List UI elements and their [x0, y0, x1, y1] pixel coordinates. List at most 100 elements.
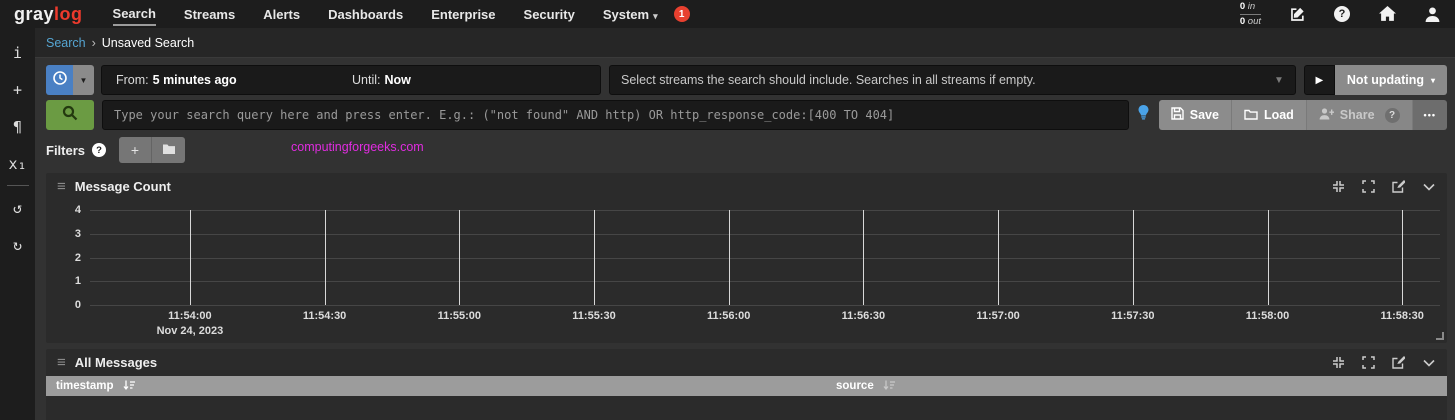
breadcrumb-separator: ›: [91, 35, 96, 50]
edit-compose-icon[interactable]: [1288, 5, 1306, 23]
search-submit-button[interactable]: [46, 100, 94, 130]
timerange-display[interactable]: From: 5 minutes ago Until: Now: [101, 65, 601, 95]
nav-item-security[interactable]: Security: [524, 3, 575, 25]
drag-handle-icon[interactable]: ≡: [57, 354, 66, 371]
chevron-down-icon[interactable]: [1421, 179, 1436, 194]
resize-handle[interactable]: [1436, 332, 1444, 340]
help-icon[interactable]: ?: [1333, 5, 1351, 23]
chart-gridline-v: [459, 210, 461, 305]
formatting-icon[interactable]: ¶: [0, 108, 35, 145]
chart-xtick-label: 11:58:30: [1380, 310, 1424, 322]
throughput-indicator[interactable]: 0 in 0 out: [1239, 1, 1261, 27]
add-filter-button[interactable]: +: [119, 137, 153, 163]
more-actions-button[interactable]: •••: [1412, 100, 1447, 130]
chart-gridline-v: [998, 210, 1000, 305]
all-messages-actions: [1331, 355, 1436, 370]
breadcrumb: Search › Unsaved Search: [35, 28, 1455, 58]
ellipsis-icon: •••: [1423, 110, 1436, 120]
column-header-timestamp[interactable]: timestamp: [46, 379, 836, 394]
chart-xtick-label: 11:55:30: [572, 310, 616, 322]
refresh-interval-button[interactable]: Not updating ▾: [1334, 65, 1447, 95]
timerange-row: ▼ From: 5 minutes ago Until: Now Select st…: [46, 65, 1447, 95]
nav-item-system[interactable]: System ▾: [603, 3, 658, 25]
chart-ytick-label: 2: [74, 251, 81, 264]
chart-gridline-h: [90, 281, 1440, 283]
chevron-down-icon: ▼: [79, 75, 88, 85]
chart-ytick-label: 4: [74, 204, 81, 216]
refresh-play-button[interactable]: ▶: [1303, 65, 1335, 95]
search-row: Save Load Share ? •••: [46, 100, 1447, 130]
all-messages-title: All Messages: [74, 355, 158, 370]
filters-row: Filters ? + computingforgeeks.com: [46, 137, 1447, 163]
filter-buttons: +: [119, 137, 186, 163]
timerange-caret-button[interactable]: ▼: [73, 65, 94, 95]
nav-item-search[interactable]: Search: [112, 2, 156, 26]
graylog-logo[interactable]: graylog: [14, 4, 83, 25]
message-count-panel: ≡ Message Count 0 1 2 3 4 11:54:00 Nov 24, 202…: [46, 173, 1447, 343]
chevron-down-icon: ▾: [1430, 75, 1435, 85]
chart-gridline-h: [90, 210, 1440, 211]
chevron-down-icon: ▾: [653, 11, 658, 21]
redo-icon[interactable]: ↻: [0, 226, 35, 263]
save-button[interactable]: Save: [1158, 100, 1232, 130]
nav-item-streams[interactable]: Streams: [184, 3, 235, 25]
column-header-source[interactable]: source: [836, 379, 895, 394]
chart-gridline-v: [594, 210, 595, 305]
sort-descending-icon: [123, 379, 135, 394]
lightbulb-icon: [1137, 105, 1150, 125]
focus-widget-icon[interactable]: [1331, 179, 1346, 194]
breadcrumb-search-link[interactable]: Search: [46, 36, 86, 50]
timerange-from: From: 5 minutes ago: [116, 73, 237, 87]
chart-gridline-h: [90, 305, 1440, 306]
filters-help-icon[interactable]: ?: [92, 143, 107, 157]
chart-plot: 0 1 2 3 4 11:54:00 Nov 24, 2023 11:54:30 11:55:0…: [75, 204, 1440, 337]
breadcrumb-current: Unsaved Search: [101, 35, 195, 50]
fullscreen-icon[interactable]: [1361, 179, 1376, 194]
subscript-icon[interactable]: x₁: [0, 145, 35, 182]
share-user-plus-icon: [1319, 107, 1334, 123]
chart-gridline-h: [90, 257, 1440, 259]
sidebar-divider: [6, 185, 29, 186]
streams-select[interactable]: Select streams the search should include…: [609, 65, 1296, 95]
edit-widget-icon[interactable]: [1391, 179, 1406, 194]
home-icon[interactable]: [1378, 5, 1396, 23]
chart-xaxis-date-label: Nov 24, 2023: [156, 325, 224, 337]
streams-placeholder: Select streams the search should include…: [621, 73, 1036, 87]
chart-xtick-label: 11:57:00: [976, 310, 1020, 322]
add-widget-icon[interactable]: +: [0, 71, 35, 108]
timerange-button[interactable]: [46, 65, 73, 95]
nav-item-enterprise[interactable]: Enterprise: [431, 3, 495, 25]
top-navbar: graylog Search Streams Alerts Dashboards…: [0, 0, 1455, 28]
chart-xtick-label: 11:54:30: [302, 310, 347, 322]
user-icon[interactable]: [1423, 5, 1441, 23]
chart-gridline-v: [1267, 210, 1269, 305]
all-messages-header: ≡ All Messages: [46, 349, 1447, 376]
edit-widget-icon[interactable]: [1391, 355, 1406, 370]
search-query-input[interactable]: [102, 100, 1129, 130]
timerange-until: Until: Now: [352, 73, 411, 87]
nav-item-dashboards[interactable]: Dashboards: [328, 3, 403, 25]
query-helper-button[interactable]: [1129, 100, 1159, 130]
logo-text-log: log: [54, 3, 83, 24]
share-help-icon[interactable]: ?: [1384, 107, 1400, 123]
chart-gridline-h: [90, 233, 1440, 235]
load-button[interactable]: Load: [1231, 100, 1307, 130]
notification-badge[interactable]: 1: [673, 6, 690, 22]
fullscreen-icon[interactable]: [1361, 355, 1376, 370]
info-icon[interactable]: i: [0, 34, 35, 71]
chart-gridline-v: [1402, 210, 1404, 305]
drag-handle-icon[interactable]: ≡: [57, 178, 66, 195]
chart-gridline-v: [1132, 210, 1134, 305]
saved-filters-button[interactable]: [152, 137, 186, 163]
chart-xtick-label: 11:57:30: [1111, 310, 1155, 322]
share-button[interactable]: Share ?: [1306, 100, 1413, 130]
undo-icon[interactable]: ↺: [0, 189, 35, 226]
chevron-down-icon: ▼: [1274, 74, 1284, 86]
sort-icon: [883, 379, 895, 394]
clock-icon: [52, 70, 67, 90]
main-nav: Search Streams Alerts Dashboards Enterpr…: [112, 2, 658, 26]
nav-item-alerts[interactable]: Alerts: [263, 3, 300, 25]
search-actions: Save Load Share ? •••: [1158, 100, 1447, 130]
focus-widget-icon[interactable]: [1331, 355, 1346, 370]
chevron-down-icon[interactable]: [1421, 355, 1436, 370]
